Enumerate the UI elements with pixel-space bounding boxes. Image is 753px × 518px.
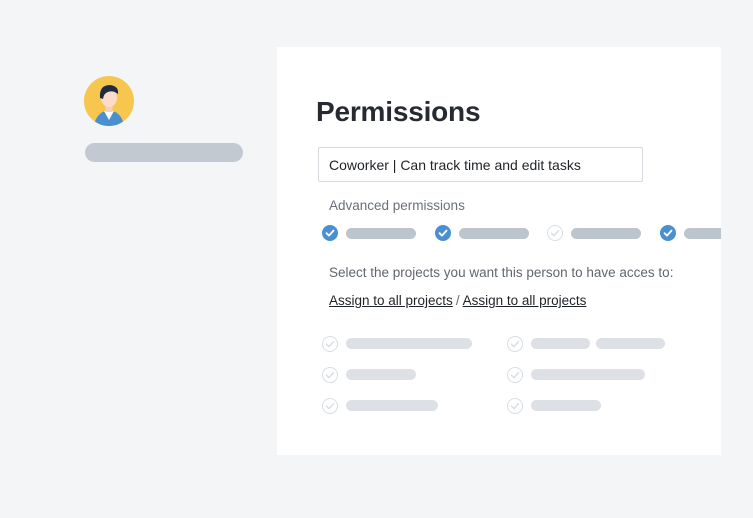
user-name-placeholder [85, 143, 243, 162]
user-avatar-icon [84, 76, 134, 126]
advanced-permission-label-1 [346, 228, 416, 239]
project-name-4a [531, 338, 590, 349]
advanced-permission-checkbox-4[interactable] [660, 225, 676, 241]
project-checkbox-1[interactable] [322, 336, 338, 352]
project-name-2 [346, 369, 416, 380]
permissions-card: Permissions Coworker | Can track time an… [277, 47, 721, 455]
project-name-4b [596, 338, 665, 349]
advanced-permission-checkbox-3[interactable] [547, 225, 563, 241]
advanced-permission-label-4 [684, 228, 721, 239]
assign-all-projects-link-2[interactable]: Assign to all projects [463, 293, 587, 308]
check-icon [510, 402, 520, 410]
check-icon [325, 340, 335, 348]
page-title: Permissions [316, 96, 481, 127]
project-name-1 [346, 338, 472, 349]
check-icon [325, 229, 335, 237]
check-icon [438, 229, 448, 237]
assign-all-projects-link[interactable]: Assign to all projects [329, 293, 453, 308]
project-checkbox-3[interactable] [322, 398, 338, 414]
advanced-permission-checkbox-1[interactable] [322, 225, 338, 241]
project-checkbox-2[interactable] [322, 367, 338, 383]
check-icon [510, 340, 520, 348]
stage: Permissions Coworker | Can track time an… [0, 0, 753, 518]
check-icon [325, 402, 335, 410]
project-checkbox-4[interactable] [507, 336, 523, 352]
projects-label: Select the projects you want this person… [329, 265, 674, 280]
project-name-5 [531, 369, 645, 380]
role-select[interactable]: Coworker | Can track time and edit tasks [318, 147, 643, 182]
project-name-3 [346, 400, 438, 411]
advanced-permissions-label: Advanced permissions [329, 198, 465, 213]
check-icon [663, 229, 673, 237]
advanced-permission-checkbox-2[interactable] [435, 225, 451, 241]
assign-separator: / [455, 293, 460, 308]
assign-links: Assign to all projects / Assign to all pro… [329, 293, 586, 308]
check-icon [510, 371, 520, 379]
check-icon [550, 229, 560, 237]
check-icon [325, 371, 335, 379]
advanced-permission-label-2 [459, 228, 529, 239]
advanced-permission-label-3 [571, 228, 641, 239]
project-checkbox-6[interactable] [507, 398, 523, 414]
project-name-6 [531, 400, 601, 411]
project-checkbox-5[interactable] [507, 367, 523, 383]
